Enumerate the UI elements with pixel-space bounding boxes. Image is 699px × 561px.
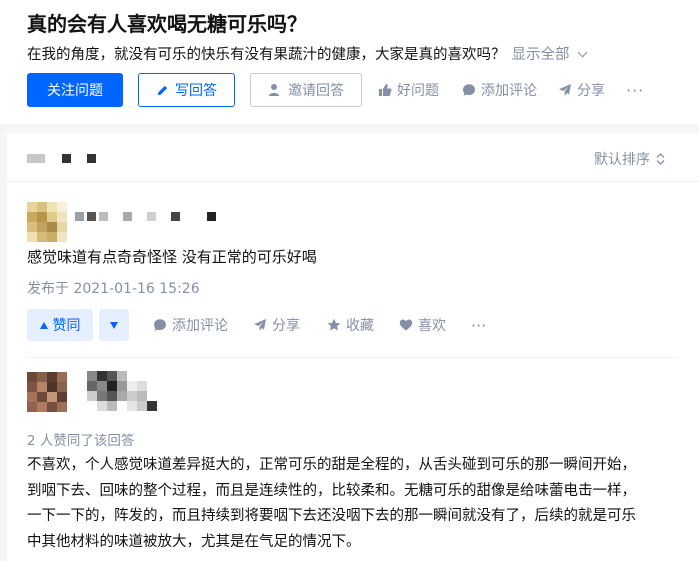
answer-divider xyxy=(27,357,679,358)
answer1-collect-label: 收藏 xyxy=(346,318,374,334)
add-comment-label: 添加评论 xyxy=(481,83,537,99)
question-description: 在我的角度，就没有可乐的快乐有没有果蔬汁的健康，大家是真的喜欢吗？ 显示全部 xyxy=(27,43,587,64)
chevron-down-icon xyxy=(577,47,587,58)
answers-card: 默认排序 感觉味道有点奇奇怪怪 没有正常的可乐好喝 发布于 2021-01-16… xyxy=(7,133,699,561)
comment-icon xyxy=(154,319,166,331)
answer1-collect-button[interactable]: 收藏 xyxy=(327,309,374,341)
star-icon xyxy=(327,318,341,331)
follow-question-label: 关注问题 xyxy=(47,83,103,99)
share-button[interactable]: 分享 xyxy=(558,73,605,107)
question-title: 真的会有人喜欢喝无糖可乐吗？ xyxy=(27,12,307,36)
good-question-button[interactable]: 好问题 xyxy=(378,73,439,107)
follow-question-button[interactable]: 关注问题 xyxy=(27,73,123,107)
question-description-text: 在我的角度，就没有可乐的快乐有没有果蔬汁的健康，大家是真的喜欢吗？ xyxy=(27,47,506,63)
invite-answer-button[interactable]: 邀请回答 xyxy=(250,73,362,107)
invite-answer-label: 邀请回答 xyxy=(288,83,344,99)
answer1-like-button[interactable]: 喜欢 xyxy=(399,309,446,341)
answer2-content: 不喜欢，个人感觉味道差异挺大的，正常可乐的甜是全程的，从舌头碰到可乐的那一瞬间开… xyxy=(27,453,677,555)
sort-updown-icon xyxy=(656,153,665,165)
pencil-icon xyxy=(157,85,168,95)
answer1-share-button[interactable]: 分享 xyxy=(253,309,300,341)
sort-label: 默认排序 xyxy=(594,152,650,168)
good-question-label: 好问题 xyxy=(397,83,439,99)
show-all-link[interactable]: 显示全部 xyxy=(511,47,587,63)
author-name-blurred[interactable] xyxy=(87,371,157,411)
more-label: ··· xyxy=(626,80,645,100)
write-answer-button[interactable]: 写回答 xyxy=(138,73,235,107)
answer2-line: 中其他材料的味道被放大，尤其是在气足的情况下。 xyxy=(27,533,361,550)
avatar[interactable] xyxy=(27,202,67,242)
question-header: 真的会有人喜欢喝无糖可乐吗？ 在我的角度，就没有可乐的快乐有没有果蔬汁的健康，大… xyxy=(0,0,699,124)
sort-dropdown[interactable]: 默认排序 xyxy=(594,149,665,169)
more-button[interactable]: ··· xyxy=(626,73,644,107)
show-all-label: 显示全部 xyxy=(511,47,570,63)
answer-count-blurred xyxy=(27,154,96,163)
answer1-like-label: 喜欢 xyxy=(418,318,446,334)
answer1-more-button[interactable]: ··· xyxy=(471,309,486,341)
answer2-line: 不喜欢，个人感觉味道差异挺大的，正常可乐的甜是全程的，从舌头碰到可乐的那一瞬间开… xyxy=(27,457,636,473)
share-icon xyxy=(559,84,571,96)
share-icon xyxy=(254,319,266,331)
answer1-more-label: ··· xyxy=(471,315,487,335)
vote-up-label: 赞同 xyxy=(52,318,81,334)
answer1-share-label: 分享 xyxy=(272,318,300,334)
answer1-comment-button[interactable]: 添加评论 xyxy=(153,309,228,341)
vote-up-button[interactable]: 赞同 xyxy=(27,309,93,341)
author-name-blurred[interactable] xyxy=(75,212,216,221)
answers-header: 默认排序 xyxy=(7,133,699,182)
heart-icon xyxy=(399,319,413,331)
comment-icon xyxy=(463,84,475,96)
add-comment-button[interactable]: 添加评论 xyxy=(462,73,537,107)
answer2-likes-count: 2 人赞同了该回答 xyxy=(27,433,135,449)
avatar[interactable] xyxy=(27,372,67,412)
answer1-content: 感觉味道有点奇奇怪怪 没有正常的可乐好喝 xyxy=(27,248,317,266)
answer1-comment-label: 添加评论 xyxy=(172,318,228,334)
thumbs-up-icon xyxy=(379,84,392,96)
write-answer-label: 写回答 xyxy=(175,83,217,99)
share-label: 分享 xyxy=(577,83,605,99)
answer2-line: 到咽下去、回味的整个过程，而且是连续性的，比较柔和。无糖可乐的甜像是给味蕾电击一… xyxy=(27,482,636,499)
caret-up-icon xyxy=(39,321,48,329)
answer1-published-date[interactable]: 发布于 2021-01-16 15:26 xyxy=(27,278,200,298)
answer2-line: 一下一下的，阵发的，而且持续到将要咽下去还没咽下去的那一瞬间就没有了，后续的就是… xyxy=(27,508,636,524)
vote-down-button[interactable] xyxy=(99,309,129,341)
caret-down-icon xyxy=(110,321,118,329)
invite-user-icon xyxy=(269,84,282,96)
